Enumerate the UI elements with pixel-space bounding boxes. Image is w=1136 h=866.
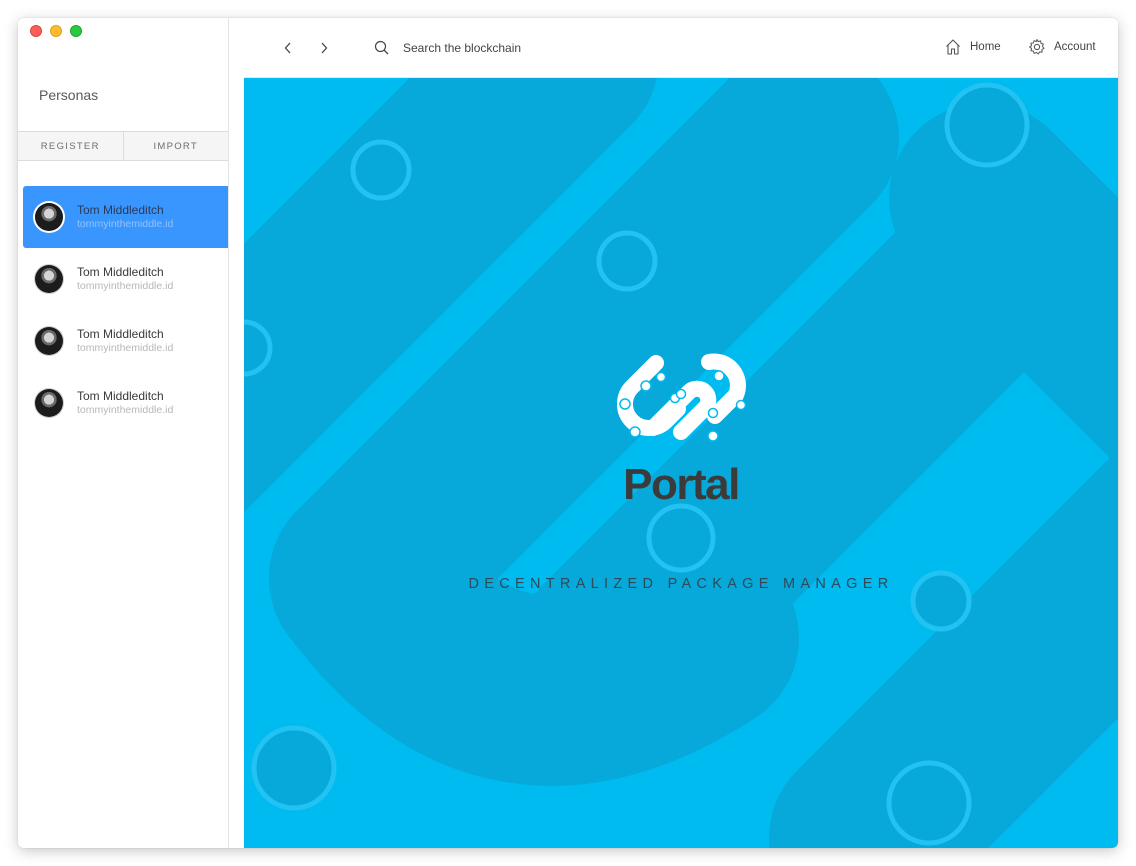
account-label: Account	[1054, 41, 1096, 53]
persona-name: Tom Middleditch	[77, 327, 164, 341]
import-tab[interactable]: IMPORT	[122, 132, 229, 160]
persona-id: tommyinthemiddle.id	[77, 218, 174, 230]
chevron-left-icon	[284, 42, 291, 54]
persona-id: tommyinthemiddle.id	[77, 404, 174, 416]
window-maximize-button[interactable]	[70, 25, 82, 37]
home-link[interactable]: Home	[944, 38, 1001, 56]
sidebar-tabs: REGISTER IMPORT	[18, 131, 228, 161]
search-input[interactable]	[403, 41, 653, 55]
sidebar: Personas REGISTER IMPORT Tom Middleditch…	[18, 18, 229, 848]
search-icon	[374, 40, 389, 55]
avatar	[35, 389, 63, 417]
gear-icon	[1029, 39, 1045, 55]
avatar	[35, 265, 63, 293]
persona-list: Tom Middleditch tommyinthemiddle.id Tom …	[23, 186, 228, 434]
register-tab[interactable]: REGISTER	[18, 132, 123, 160]
main-pane: Home Account	[244, 18, 1118, 848]
account-link[interactable]: Account	[1028, 38, 1096, 56]
avatar	[35, 327, 63, 355]
chevron-right-icon	[321, 42, 328, 54]
persona-item[interactable]: Tom Middleditch tommyinthemiddle.id	[23, 372, 228, 434]
window-minimize-button[interactable]	[50, 25, 62, 37]
forward-button[interactable]	[316, 39, 332, 57]
persona-item[interactable]: Tom Middleditch tommyinthemiddle.id	[23, 248, 228, 310]
persona-name: Tom Middleditch	[77, 265, 164, 279]
persona-id: tommyinthemiddle.id	[77, 342, 174, 354]
avatar	[35, 203, 63, 231]
tagline: DECENTRALIZED PACKAGE MANAGER	[468, 576, 894, 592]
window-close-button[interactable]	[30, 25, 42, 37]
persona-name: Tom Middleditch	[77, 389, 164, 403]
persona-item[interactable]: Tom Middleditch tommyinthemiddle.id	[23, 186, 228, 248]
portal-wordmark: Portal	[623, 460, 740, 509]
sidebar-title: Personas	[39, 87, 99, 103]
toolbar: Home Account	[244, 18, 1118, 78]
persona-item[interactable]: Tom Middleditch tommyinthemiddle.id	[23, 310, 228, 372]
app-window: Personas REGISTER IMPORT Tom Middleditch…	[18, 18, 1118, 848]
home-icon	[946, 39, 960, 55]
back-button[interactable]	[280, 39, 296, 57]
hero-banner: Portal DECENTRALIZED PACKAGE MANAGER	[244, 78, 1118, 848]
persona-name: Tom Middleditch	[77, 203, 164, 217]
search-bar	[374, 38, 674, 58]
persona-id: tommyinthemiddle.id	[77, 280, 174, 292]
home-label: Home	[970, 41, 1001, 53]
